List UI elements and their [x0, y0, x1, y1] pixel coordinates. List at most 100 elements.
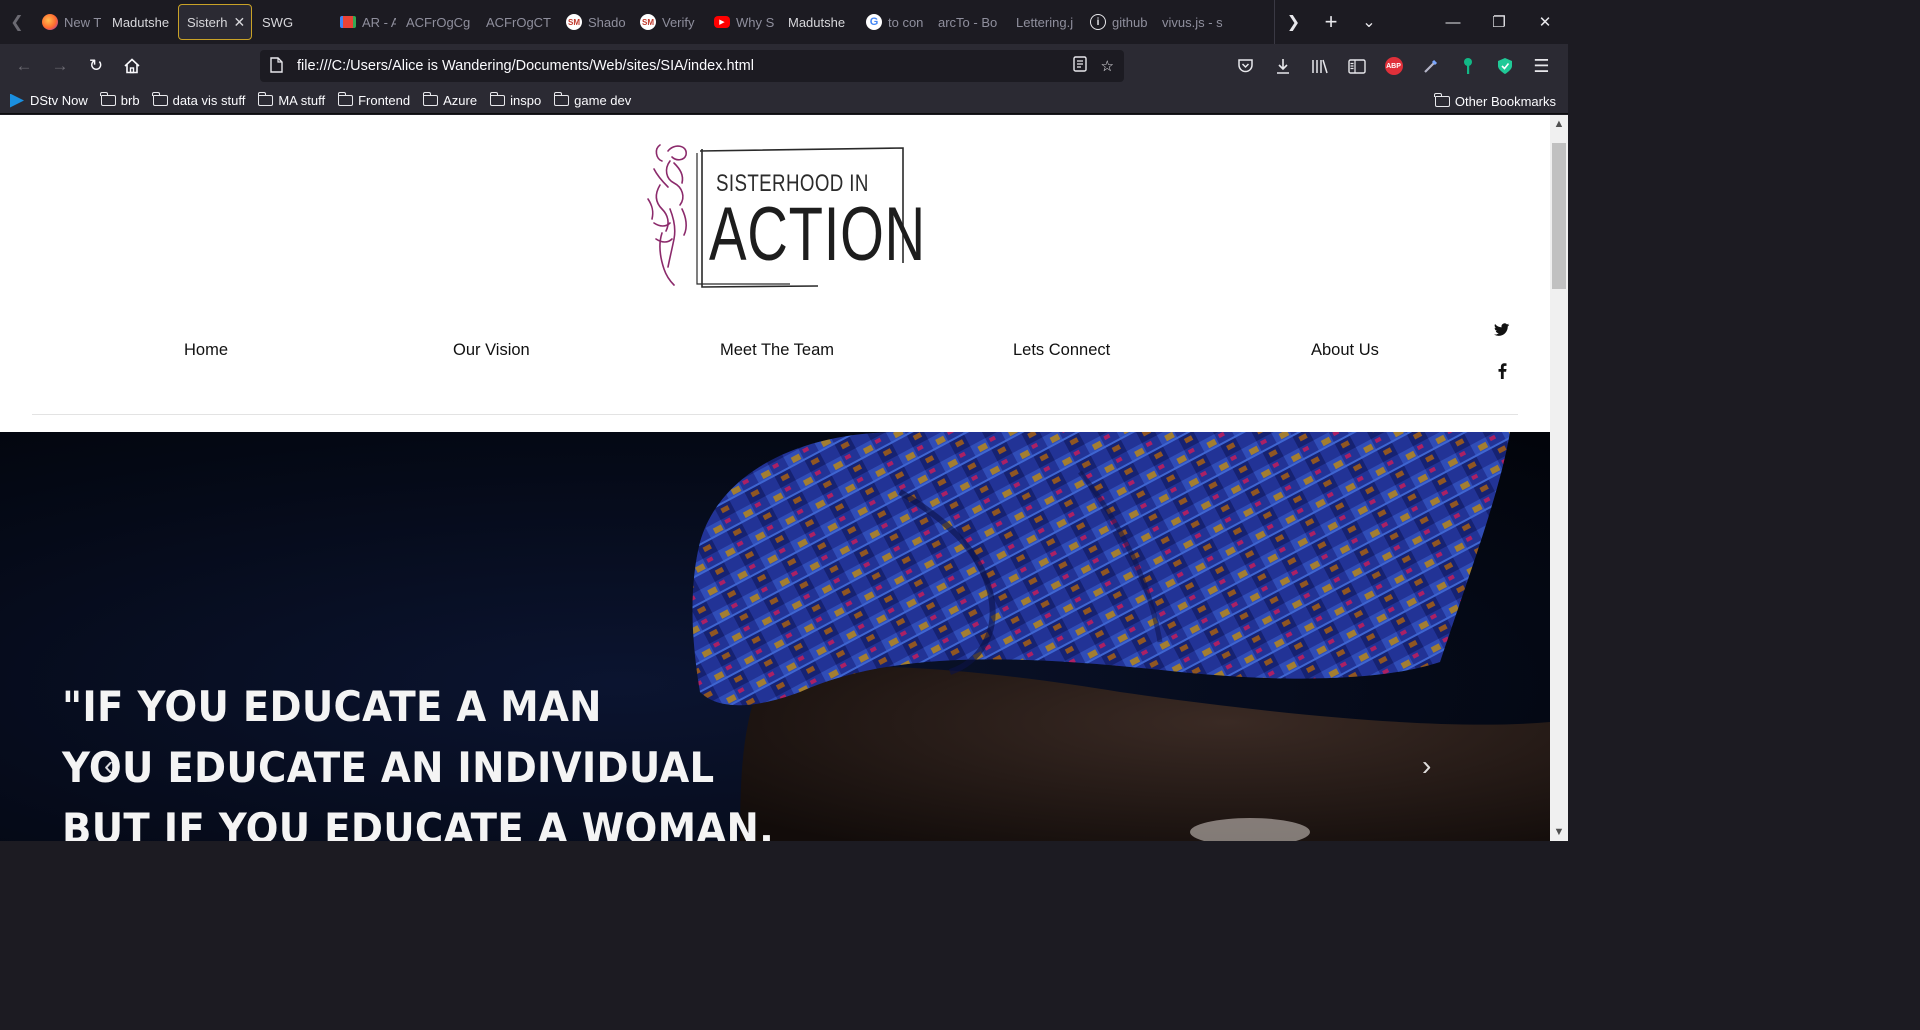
tab-label: Shado: [588, 14, 626, 30]
page-icon: [270, 56, 283, 76]
tab-label: ACFrOgCg: [406, 14, 471, 30]
tab-label: arcTo - Bo: [938, 14, 998, 30]
address-bar[interactable]: file:///C:/Users/Alice is Wandering/Docu…: [260, 50, 1124, 82]
scroll-up-icon[interactable]: ▲: [1550, 115, 1568, 133]
tab-7[interactable]: SM Shado: [558, 4, 630, 40]
bookmark-7[interactable]: game dev: [553, 92, 632, 108]
tab-label: New T: [64, 14, 102, 30]
bookmark-3[interactable]: MA stuff: [257, 92, 326, 108]
tab-11[interactable]: Gto con: [858, 4, 928, 40]
carousel-prev-button[interactable]: ‹: [104, 750, 113, 782]
bookmark-label: Azure: [443, 93, 478, 108]
tab-15[interactable]: vivus.js - s: [1154, 4, 1232, 40]
folder-icon: [489, 92, 506, 106]
minimize-button[interactable]: —: [1430, 0, 1476, 44]
facebook-icon[interactable]: [1494, 362, 1510, 380]
tab-6[interactable]: ACFrOgCT: [478, 4, 556, 40]
close-tab-icon[interactable]: ✕: [233, 14, 245, 31]
info-icon: i: [1090, 14, 1106, 30]
tab-9[interactable]: ▶ Why S: [706, 4, 778, 40]
home-button[interactable]: [114, 50, 150, 82]
bookmark-star-icon[interactable]: ☆: [1101, 57, 1114, 75]
tab-14[interactable]: i github: [1082, 4, 1152, 40]
twitter-icon[interactable]: [1494, 321, 1510, 339]
other-bookmarks[interactable]: Other Bookmarks: [1434, 88, 1556, 114]
other-bookmarks-label: Other Bookmarks: [1454, 93, 1556, 109]
firefox-icon: [42, 14, 58, 30]
bookmark-label: Frontend: [358, 93, 411, 108]
tab-label: Madutshe: [788, 14, 846, 30]
tab-10[interactable]: Madutshe: [780, 4, 856, 40]
sm-icon: SM: [640, 14, 656, 30]
tab-13[interactable]: Lettering.j: [1008, 4, 1080, 40]
restore-button[interactable]: ❐: [1476, 0, 1522, 44]
bookmark-label: brb: [120, 93, 140, 108]
folder-icon: [1434, 92, 1450, 107]
hero-quote: "IF YOU EDUCATE A MAN YOU EDUCATE AN IND…: [62, 676, 774, 841]
shield-extension-icon[interactable]: [1486, 50, 1523, 82]
folder-icon: [553, 92, 570, 106]
url-text[interactable]: file:///C:/Users/Alice is Wandering/Docu…: [297, 58, 1059, 74]
sidebar-icon[interactable]: [1338, 50, 1375, 82]
browser-window: ❮ New T Madutshe Sisterh ✕ SWG AR - A ACFrOgCg…: [0, 0, 1568, 841]
folder-icon: [337, 92, 354, 106]
carousel-next-button[interactable]: ›: [1422, 750, 1431, 782]
folder-icon: [152, 92, 168, 106]
page-scrollbar[interactable]: ▲ ▼: [1550, 115, 1568, 841]
bookmark-0[interactable]: DStv Now: [10, 93, 88, 108]
bookmark-6[interactable]: inspo: [489, 92, 541, 108]
tab-label: Why S: [736, 14, 775, 30]
bookmark-5[interactable]: Azure: [422, 92, 478, 108]
downloads-icon[interactable]: [1264, 50, 1301, 82]
scrollbar-thumb[interactable]: [1552, 143, 1566, 289]
menu-icon[interactable]: ☰: [1523, 50, 1560, 82]
color-picker-icon[interactable]: [1412, 50, 1449, 82]
library-icon[interactable]: [1301, 50, 1338, 82]
reader-view-icon[interactable]: [1072, 56, 1087, 76]
bookmark-1[interactable]: brb: [100, 92, 140, 108]
tab-label: vivus.js - s: [1162, 14, 1223, 30]
tab-1[interactable]: Madutshe: [104, 4, 176, 40]
pocket-icon[interactable]: [1227, 50, 1264, 82]
forward-button[interactable]: →: [42, 50, 78, 82]
tab-label: Verify: [662, 14, 695, 30]
keeper-icon[interactable]: [1449, 50, 1486, 82]
scroll-tabs-left-button[interactable]: ❮: [0, 0, 34, 44]
bookmark-4[interactable]: Frontend: [337, 92, 411, 108]
scroll-tabs-right-button[interactable]: ❯: [1274, 0, 1312, 44]
scroll-down-icon[interactable]: ▼: [1550, 823, 1568, 841]
tab-2[interactable]: Sisterh ✕: [178, 4, 252, 40]
back-button[interactable]: ←: [6, 50, 42, 82]
tab-3[interactable]: SWG: [254, 4, 330, 40]
reload-button[interactable]: ↻: [78, 50, 114, 82]
adblock-plus-icon[interactable]: ABP: [1375, 50, 1412, 82]
youtube-icon: ▶: [714, 16, 730, 28]
tab-strip: ❮ New T Madutshe Sisterh ✕ SWG AR - A ACFrOgCg…: [0, 0, 1568, 44]
list-all-tabs-button[interactable]: ⌄: [1350, 0, 1388, 44]
nav-link-our-vision[interactable]: Our Vision: [453, 341, 530, 360]
tab-8[interactable]: SM Verify: [632, 4, 704, 40]
logo-text-line2: ACTION: [709, 192, 926, 277]
nav-link-lets-connect[interactable]: Lets Connect: [1013, 341, 1110, 360]
bookmark-2[interactable]: data vis stuff: [152, 92, 245, 108]
tab-label: AR - A: [362, 14, 396, 30]
toolbar-extensions: ABP ☰: [1227, 50, 1560, 82]
nav-link-home[interactable]: Home: [184, 341, 228, 360]
nav-link-about-us[interactable]: About Us: [1311, 341, 1379, 360]
new-tab-button[interactable]: +: [1312, 0, 1350, 44]
bookmark-label: MA stuff: [278, 93, 326, 108]
page-viewport: SISTERHOOD IN ACTION Home Our Vision Mee…: [0, 115, 1550, 841]
nav-link-meet-the-team[interactable]: Meet The Team: [720, 341, 834, 360]
tab-5[interactable]: ACFrOgCg: [398, 4, 476, 40]
google-icon: G: [866, 14, 882, 30]
close-window-button[interactable]: ✕: [1522, 0, 1568, 44]
tab-12[interactable]: arcTo - Bo: [930, 4, 1006, 40]
hero-quote-line2: YOU EDUCATE AN INDIVIDUAL: [62, 743, 715, 792]
tab-label: to con: [888, 14, 924, 30]
bookmark-label: game dev: [574, 93, 632, 108]
tab-0[interactable]: New T: [34, 4, 102, 40]
home-icon: [124, 58, 140, 74]
hero-quote-line1: "IF YOU EDUCATE A MAN: [62, 682, 602, 731]
tab-label: Lettering.j: [1016, 14, 1074, 30]
tab-4[interactable]: AR - A: [332, 4, 396, 40]
